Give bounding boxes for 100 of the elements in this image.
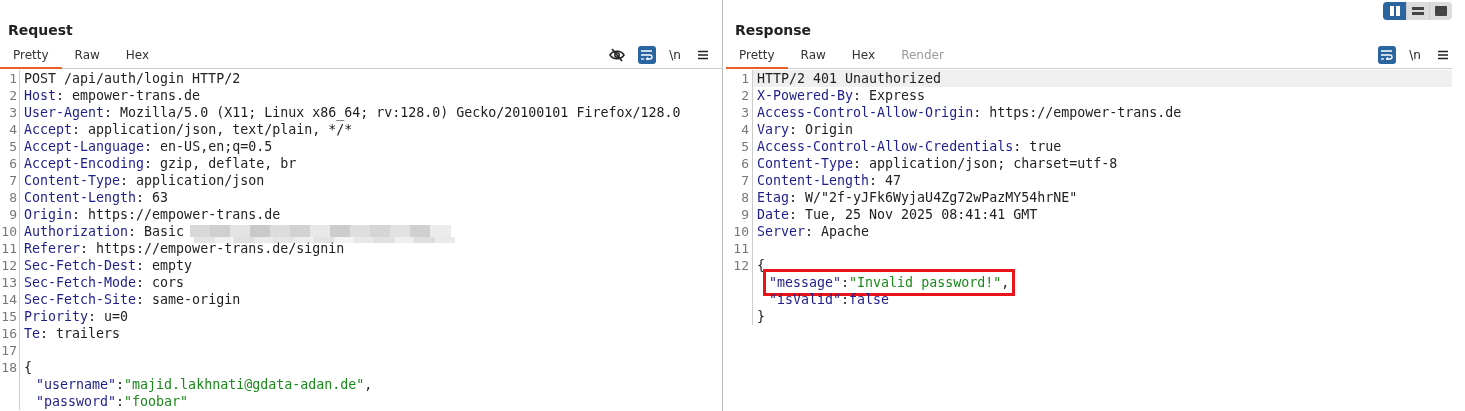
line-number: 13 bbox=[0, 274, 20, 291]
line-number: 17 bbox=[0, 342, 20, 359]
header-name: Accept bbox=[24, 122, 73, 137]
code-text: : bbox=[116, 394, 125, 409]
json-string: "majid.lakhnati@gdata-adan.de" bbox=[124, 377, 365, 392]
header-name: Sec-Fetch-Mode bbox=[24, 275, 137, 290]
line-number: 5 bbox=[0, 138, 20, 155]
line-number: 8 bbox=[723, 189, 753, 206]
line-number: 4 bbox=[0, 121, 20, 138]
code-text: : Basic bbox=[128, 224, 185, 239]
code-text: : 63 bbox=[136, 190, 169, 205]
code-text: : Tue, 25 Nov 2025 08:41:41 GMT bbox=[789, 207, 1038, 222]
header-name: Accept-Language bbox=[24, 139, 145, 154]
code-text: HTTP/2 401 Unauthorized bbox=[757, 71, 942, 86]
line-number: 9 bbox=[0, 206, 20, 223]
header-name: Referer bbox=[24, 241, 81, 256]
columns-icon bbox=[1388, 6, 1401, 16]
code-text: , bbox=[1001, 275, 1010, 290]
code-text: : bbox=[116, 377, 125, 392]
header-name: Host bbox=[24, 88, 57, 103]
code-text: : empty bbox=[136, 258, 193, 273]
line-number: 1 bbox=[0, 70, 20, 87]
code-text: : en-US,en;q=0.5 bbox=[144, 139, 273, 154]
header-name: Origin bbox=[24, 207, 73, 222]
header-name: Access-Control-Allow-Origin bbox=[757, 105, 974, 120]
code-text: : https://empower-trans.de bbox=[72, 207, 281, 222]
code-text: : bbox=[841, 292, 850, 307]
header-name: Content-Length bbox=[757, 173, 870, 188]
side-by-side-button[interactable] bbox=[1383, 2, 1406, 20]
tab[interactable]: Hex bbox=[838, 42, 889, 69]
rows-icon bbox=[1412, 6, 1424, 16]
header-name: Server bbox=[757, 224, 806, 239]
header-name: Content-Length bbox=[24, 190, 137, 205]
header-name: "username" bbox=[36, 377, 117, 392]
code-text: : Mozilla/5.0 (X11; Linux x86_64; rv:128.0) Gecko/20100101 Firefox/128.0 bbox=[104, 105, 681, 120]
code-text: : W/"2f-yJFk6WyjaU4Zg72wPazMY54hrNE" bbox=[789, 190, 1078, 205]
code-text: : empower-trans.de bbox=[56, 88, 201, 103]
line-number: 11 bbox=[723, 240, 753, 257]
code-text: : https://empower-trans.de bbox=[973, 105, 1182, 120]
tab[interactable]: Pretty bbox=[726, 42, 788, 69]
header-name: Content-Type bbox=[757, 156, 854, 171]
code-text: : 47 bbox=[869, 173, 902, 188]
header-name: Accept-Encoding bbox=[24, 156, 145, 171]
header-name: Date bbox=[757, 207, 790, 222]
tab[interactable]: Raw bbox=[61, 42, 113, 69]
header-name: Sec-Fetch-Site bbox=[24, 292, 137, 307]
line-number: 2 bbox=[0, 87, 20, 104]
json-string: "foobar" bbox=[124, 394, 189, 409]
line-number: 3 bbox=[0, 104, 20, 121]
code-text: { bbox=[24, 360, 32, 375]
code-text: { bbox=[757, 258, 765, 273]
code-text: : trailers bbox=[40, 326, 121, 341]
header-name: User-Agent bbox=[24, 105, 105, 120]
code-text: : Express bbox=[853, 88, 926, 103]
code-text: : same-origin bbox=[136, 292, 241, 307]
header-name: Access-Control-Allow-Credentials bbox=[757, 139, 1014, 154]
code-text: : true bbox=[1013, 139, 1062, 154]
code-text: : application/json bbox=[120, 173, 265, 188]
wrap-icon[interactable] bbox=[638, 46, 656, 64]
code-text: : Apache bbox=[805, 224, 870, 239]
code-text: : Origin bbox=[789, 122, 854, 137]
header-name: Te bbox=[24, 326, 40, 341]
line-number: 14 bbox=[0, 291, 20, 308]
line-number: 10 bbox=[0, 223, 20, 240]
header-name: X-Powered-By bbox=[757, 88, 854, 103]
line-number: 3 bbox=[723, 104, 753, 121]
line-number: 5 bbox=[723, 138, 753, 155]
square-icon bbox=[1435, 6, 1447, 16]
line-number: 6 bbox=[0, 155, 20, 172]
header-name: Etag bbox=[757, 190, 790, 205]
hide-icon[interactable] bbox=[606, 46, 628, 64]
wrap-icon[interactable] bbox=[1378, 46, 1396, 64]
tab[interactable]: Pretty bbox=[0, 42, 62, 69]
pane-title: Response bbox=[734, 22, 813, 40]
code-text: : https://empower-trans.de/signin bbox=[80, 241, 345, 256]
tab[interactable]: Raw bbox=[787, 42, 839, 69]
line-number: 12 bbox=[0, 257, 20, 274]
line-number: 11 bbox=[0, 240, 20, 257]
code-text: } bbox=[757, 309, 765, 324]
header-name: "message" bbox=[769, 275, 842, 290]
header-name: "password" bbox=[36, 394, 117, 409]
line-number: 6 bbox=[723, 155, 753, 172]
header-name: "isValid" bbox=[769, 292, 842, 307]
line-number: 18 bbox=[0, 359, 20, 376]
line-number: 8 bbox=[0, 189, 20, 206]
line-number: 9 bbox=[723, 206, 753, 223]
code-text: : gzip, deflate, br bbox=[144, 156, 297, 171]
json-literal: false bbox=[849, 292, 890, 307]
header-name: Authorization bbox=[24, 224, 129, 239]
tab[interactable]: Hex bbox=[112, 42, 163, 69]
line-number: 7 bbox=[0, 172, 20, 189]
code-text: : u=0 bbox=[88, 309, 129, 324]
line-number: 16 bbox=[0, 325, 20, 342]
newline-toggle[interactable]: \n bbox=[1406, 46, 1424, 64]
header-name: Vary bbox=[757, 122, 790, 137]
line-number: 4 bbox=[723, 121, 753, 138]
header-name: Priority bbox=[24, 309, 89, 324]
newline-toggle[interactable]: \n bbox=[666, 46, 684, 64]
line-number: 15 bbox=[0, 308, 20, 325]
header-name: Content-Type bbox=[24, 173, 121, 188]
